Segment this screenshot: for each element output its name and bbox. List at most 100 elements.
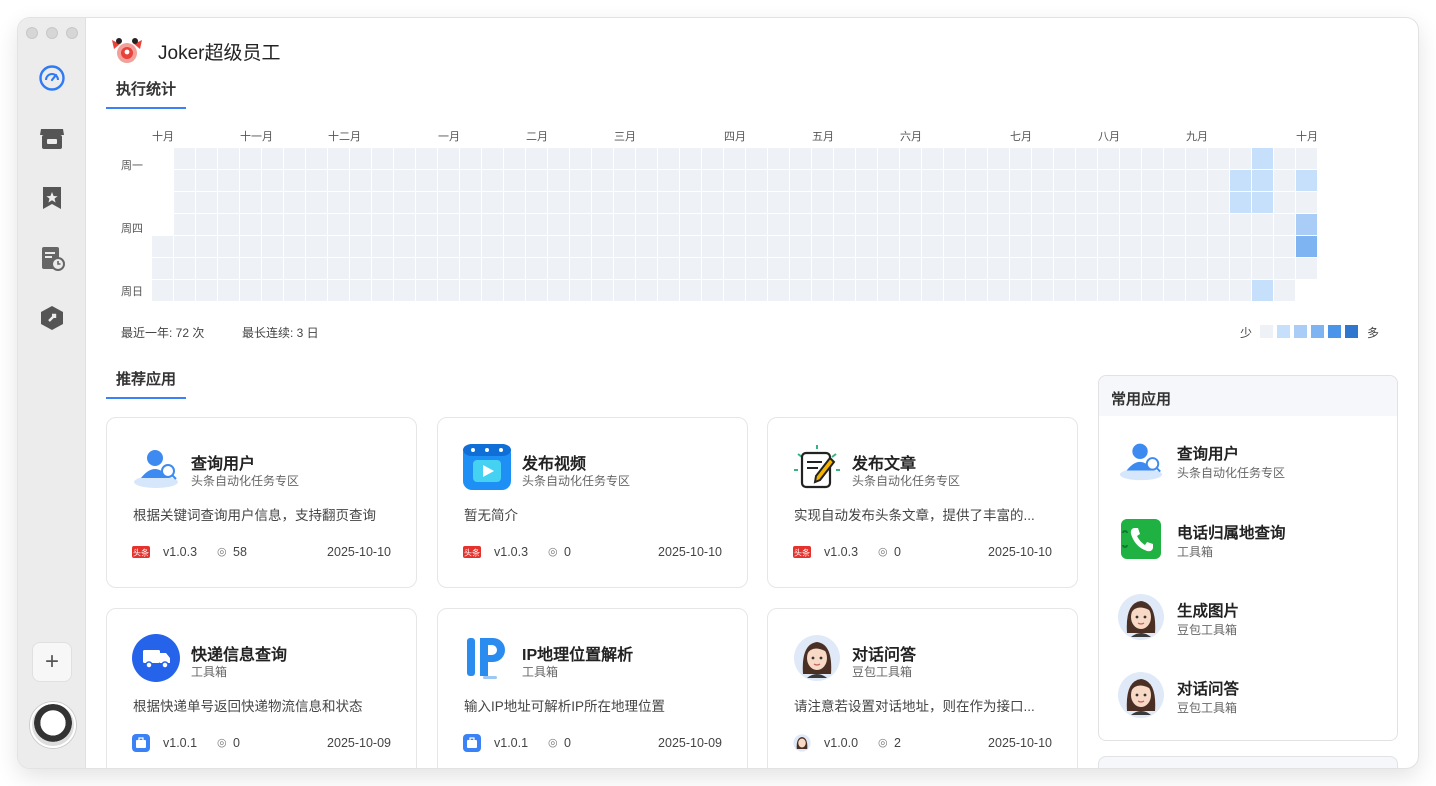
app-card[interactable]: 发布视频 头条自动化任务专区 暂无简介 头条 v1.0.3 ◎ 0 2025-1…	[437, 417, 748, 588]
heatmap-cell	[262, 236, 283, 257]
heatmap-cell	[174, 258, 195, 279]
month-label: 一月	[438, 131, 460, 143]
add-button[interactable]: +	[32, 642, 72, 682]
heatmap-cell	[174, 148, 195, 169]
favorite-item[interactable]: 生成图片 豆包工具箱	[1117, 591, 1387, 647]
views-icon: ◎	[217, 737, 227, 749]
heatmap-cell	[482, 280, 503, 301]
sidebar-item-favorites[interactable]	[38, 184, 66, 212]
tab-recommended-apps[interactable]: 推荐应用	[106, 368, 187, 399]
heatmap-cell	[592, 236, 613, 257]
sidebar-item-dashboard[interactable]	[38, 64, 66, 92]
heatmap-cell	[922, 170, 943, 191]
heatmap-cell	[570, 280, 591, 301]
sidebar-item-store[interactable]	[38, 124, 66, 152]
toolbox-icon	[132, 734, 150, 752]
heatmap-cell	[1032, 214, 1053, 235]
heatmap-cell	[614, 236, 635, 257]
heatmap-cell	[944, 214, 965, 235]
heatmap-cell	[1142, 280, 1163, 301]
tab-execution-stats[interactable]: 执行统计	[106, 78, 187, 109]
app-date: 2025-10-10	[988, 736, 1052, 750]
heatmap-cell	[636, 236, 657, 257]
heatmap-cell	[1032, 258, 1053, 279]
app-window: + Joker超级员工 执行统计 十月 十一月 十二月 一月 二月 三月 四月 五月 六月 七月 八…	[18, 18, 1418, 768]
heatmap-cell	[218, 148, 239, 169]
heatmap-cell	[1164, 170, 1185, 191]
heatmap-cell	[1010, 148, 1031, 169]
window-close-button[interactable]	[26, 27, 38, 39]
heatmap-cell	[284, 214, 305, 235]
heatmap-cell	[174, 280, 195, 301]
heatmap-cell	[548, 236, 569, 257]
heatmap-cell	[636, 214, 657, 235]
heatmap-cell	[768, 236, 789, 257]
heatmap-cell	[240, 148, 261, 169]
app-version: v1.0.1	[494, 736, 529, 750]
app-title: Joker超级员工	[158, 43, 281, 64]
month-label: 十二月	[328, 131, 361, 143]
app-card[interactable]: 对话问答 豆包工具箱 请注意若设置对话地址，则在作为接口... v1.0.0 ◎…	[767, 608, 1078, 768]
window-minimize-button[interactable]	[46, 27, 58, 39]
sidebar-item-history[interactable]	[38, 244, 66, 272]
app-description: 请注意若设置对话地址，则在作为接口...	[794, 699, 1035, 714]
legend-swatch	[1328, 325, 1341, 338]
heatmap-cell	[218, 258, 239, 279]
heatmap-cell	[482, 258, 503, 279]
heatmap-cell	[768, 214, 789, 235]
heatmap-cell	[350, 258, 371, 279]
favorite-item[interactable]: 查询用户 头条自动化任务专区	[1117, 434, 1387, 490]
heatmap-cell	[702, 280, 723, 301]
heatmap-cell	[196, 170, 217, 191]
heatmap-cell	[306, 214, 327, 235]
heatmap-cell	[438, 170, 459, 191]
heatmap-cell	[614, 280, 635, 301]
heatmap-cell	[1296, 148, 1317, 169]
heatmap-cell	[548, 214, 569, 235]
heatmap-cell	[614, 170, 635, 191]
heatmap-cell	[680, 192, 701, 213]
app-card[interactable]: 发布文章 头条自动化任务专区 实现自动发布头条文章，提供了丰富的... 头条 v…	[767, 417, 1078, 588]
heatmap-cell	[372, 192, 393, 213]
favorite-item[interactable]: 电话归属地查询 工具箱	[1117, 513, 1387, 569]
secondary-panel	[1098, 756, 1398, 768]
window-maximize-button[interactable]	[66, 27, 78, 39]
heatmap-cell	[702, 214, 723, 235]
heatmap-cell	[548, 192, 569, 213]
heatmap-cell	[328, 236, 349, 257]
heatmap-cell	[240, 236, 261, 257]
favorites-title: 常用应用	[1111, 391, 1172, 408]
heatmap-cell	[416, 148, 437, 169]
heatmap-cell	[812, 214, 833, 235]
app-card[interactable]: 快递信息查询 工具箱 根据快递单号返回快递物流信息和状态 v1.0.1 ◎ 0 …	[106, 608, 417, 768]
sidebar-item-plugin[interactable]	[38, 304, 66, 332]
favorite-item[interactable]: 对话问答 豆包工具箱	[1117, 669, 1387, 725]
heatmap-cell	[1208, 192, 1229, 213]
heatmap-cell	[1186, 148, 1207, 169]
legend-swatch	[1311, 325, 1324, 338]
heatmap-cell	[1010, 236, 1031, 257]
clock-document-icon	[42, 247, 65, 271]
heatmap-cell	[724, 280, 745, 301]
heatmap-cell	[768, 258, 789, 279]
heatmap-cell	[812, 170, 833, 191]
heatmap-cell	[1274, 236, 1295, 257]
heatmap-cell	[878, 236, 899, 257]
app-views: 0	[233, 736, 240, 750]
heatmap-cell	[812, 236, 833, 257]
heatmap-cell	[1296, 258, 1317, 279]
heatmap-cell	[768, 148, 789, 169]
app-card[interactable]: 查询用户 头条自动化任务专区 根据关键词查询用户信息，支持翻页查询 头条 v1.…	[106, 417, 417, 588]
app-card[interactable]: IP地理位置解析 工具箱 输入IP地址可解析IP所在地理位置 v1.0.1 ◎ …	[437, 608, 748, 768]
heatmap-cell	[856, 236, 877, 257]
heatmap-cell	[812, 280, 833, 301]
heatmap-cell	[1120, 148, 1141, 169]
app-name: IP地理位置解析	[522, 647, 634, 664]
heatmap-cell	[328, 170, 349, 191]
month-label: 四月	[724, 131, 746, 143]
heatmap-cell	[922, 192, 943, 213]
views-icon: ◎	[548, 546, 558, 558]
heatmap-cell	[1164, 148, 1185, 169]
user-avatar[interactable]	[30, 702, 76, 748]
heatmap-cell	[1186, 280, 1207, 301]
